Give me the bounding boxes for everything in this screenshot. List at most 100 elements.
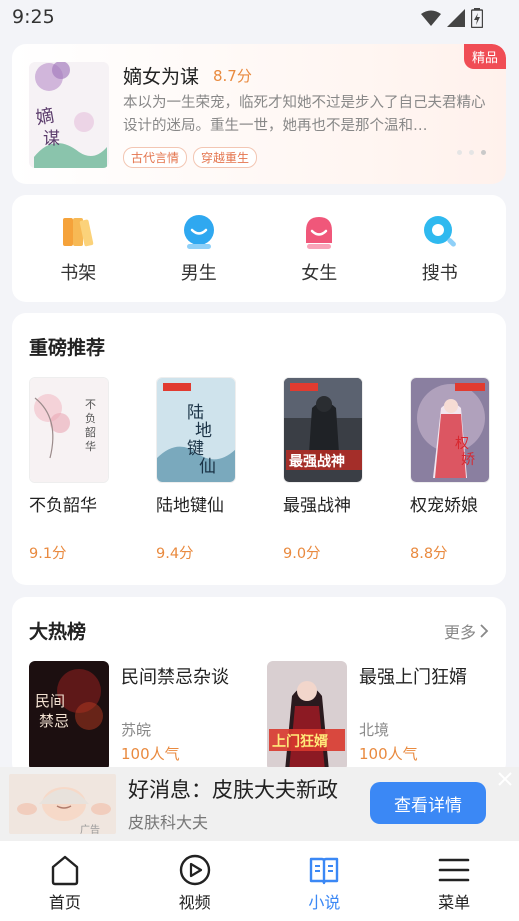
book-cover[interactable]: 民间 禁忌 [29,661,109,771]
svg-text:键: 键 [187,439,204,459]
book-name: 不负韶华 [29,496,97,516]
ad-details-button[interactable]: 查看详情 [370,782,486,824]
svg-text:最强战神: 最强战神 [289,453,345,470]
home-icon [51,855,79,886]
bookshelf-icon [63,217,94,246]
hot-book-item[interactable]: 上门狂婿 最强上门狂婿 北境 100人气 [267,661,467,771]
ad-subtitle: 皮肤科大夫 [128,813,209,832]
book-item[interactable]: 权 娇 权宠娇娘 8.8分 [410,377,490,563]
svg-text:权: 权 [455,436,469,452]
hot-list-section: 大热榜 更多 民间 禁忌 民间禁忌杂谈 苏皖 100人气 上门狂婿 最强上门狂婿… [12,597,506,777]
book-name: 最强上门狂婿 [359,667,467,688]
book-name: 权宠娇娘 [410,496,478,516]
genre-tag[interactable]: 穿越重生 [193,147,258,168]
male-icon [183,214,214,249]
svg-text:谋: 谋 [43,129,60,149]
premium-badge: 精品 [463,44,506,69]
svg-text:地: 地 [195,421,212,441]
carousel-dot-active [481,150,486,155]
nav-label: 书架 [60,262,97,284]
book-cover[interactable]: 不 负 韶 华 [29,377,109,483]
close-icon[interactable] [497,771,513,787]
recommend-section: 重磅推荐 不 负 韶 华 不负韶华 9.1分 陆 地 键 仙 陆地键仙 9.4分… [12,313,506,585]
tab-label: 小说 [308,893,341,912]
book-cover[interactable]: 上门狂婿 [267,661,347,771]
bottom-tab-bar: 首页 视频 小说 菜单 [0,841,519,921]
hot-book-list: 民间 禁忌 民间禁忌杂谈 苏皖 100人气 上门狂婿 最强上门狂婿 北境 100… [29,661,467,771]
section-title: 大热榜 [29,621,87,643]
book-popularity: 100人气 [121,745,180,763]
carousel-indicator [457,150,486,155]
featured-book-cover[interactable]: 嫡 谋 [29,62,109,168]
svg-text:不: 不 [85,398,96,411]
signal-icon [447,9,465,27]
svg-text:韶: 韶 [85,425,96,439]
chevron-right-icon [480,624,489,638]
featured-book-description: 本以为一生荣宠，临死才知她不过是步入了自己夫君精心设计的迷局。重生一世，她再也不… [123,95,486,134]
svg-text:嫡: 嫡 [34,105,55,129]
book-author: 苏皖 [121,721,152,739]
carousel-dot [469,150,474,155]
tab-home[interactable]: 首页 [10,841,120,921]
status-icons [421,8,483,28]
wifi-icon [421,10,441,26]
section-title: 重磅推荐 [29,337,106,359]
book-cover[interactable]: 最强战神 [283,377,363,483]
genre-tag[interactable]: 古代言情 [123,147,188,168]
featured-book-score: 8.7分 [213,67,252,85]
nav-label: 男生 [180,262,217,284]
svg-text:禁忌: 禁忌 [39,712,69,730]
menu-icon [438,858,470,882]
book-score: 9.0分 [283,546,321,562]
nav-label: 搜书 [421,262,458,284]
video-icon [179,854,210,886]
svg-text:民间: 民间 [35,692,65,710]
nav-label: 女生 [301,262,338,284]
female-icon [306,216,333,249]
search-book-icon [423,215,456,247]
tab-menu[interactable]: 菜单 [399,841,509,921]
book-item[interactable]: 陆 地 键 仙 陆地键仙 9.4分 [156,377,236,563]
tab-label: 首页 [48,893,81,912]
more-label: 更多 [443,623,476,642]
nav-item-bookshelf[interactable]: 书架 [28,213,128,285]
carousel-dot [457,150,462,155]
book-item[interactable]: 最强战神 最强战神 9.0分 [283,377,363,563]
recommend-list: 不 负 韶 华 不负韶华 9.1分 陆 地 键 仙 陆地键仙 9.4分 最强战神… [29,377,490,563]
book-cover[interactable]: 权 娇 [410,377,490,483]
novel-icon [310,857,339,885]
ad-banner[interactable]: 广告 好消息：皮肤大夫新政 皮肤科大夫 查看详情 [0,767,519,841]
battery-icon [471,8,483,28]
book-name: 民间禁忌杂谈 [121,667,229,688]
book-item[interactable]: 不 负 韶 华 不负韶华 9.1分 [29,377,109,563]
svg-text:华: 华 [85,439,96,453]
book-name: 陆地键仙 [156,496,224,516]
tab-video[interactable]: 视频 [140,841,250,921]
svg-text:陆: 陆 [187,403,204,423]
tab-novel[interactable]: 小说 [269,841,379,921]
book-cover[interactable]: 陆 地 键 仙 [156,377,236,483]
featured-book-card[interactable]: 嫡 谋 嫡女为谋 8.7分 本以为一生荣宠，临死才知她不过是步入了自己夫君精心设… [12,44,506,184]
book-score: 8.8分 [410,546,448,562]
book-popularity: 100人气 [359,745,418,763]
ad-label: 广告 [80,825,100,836]
nav-item-female[interactable]: 女生 [269,213,369,285]
svg-text:负: 负 [85,411,96,425]
svg-text:娇: 娇 [461,452,475,468]
book-author: 北境 [359,721,390,739]
ad-title[interactable]: 好消息：皮肤大夫新政 [128,774,338,804]
featured-book-tags: 古代言情 穿越重生 [123,147,258,168]
category-nav: 书架 男生 女生 搜书 [12,195,506,302]
featured-book-title[interactable]: 嫡女为谋 [123,62,199,89]
book-name: 最强战神 [283,496,351,516]
nav-item-search-book[interactable]: 搜书 [390,213,490,285]
nav-item-male[interactable]: 男生 [149,213,249,285]
svg-text:仙: 仙 [199,457,216,477]
hot-book-item[interactable]: 民间 禁忌 民间禁忌杂谈 苏皖 100人气 [29,661,229,771]
more-link[interactable]: 更多 [444,619,489,643]
status-bar: 9:25 [0,0,519,36]
svg-text:上门狂婿: 上门狂婿 [272,733,329,750]
book-score: 9.1分 [29,546,67,562]
book-score: 9.4分 [156,546,194,562]
tab-label: 菜单 [438,893,471,912]
